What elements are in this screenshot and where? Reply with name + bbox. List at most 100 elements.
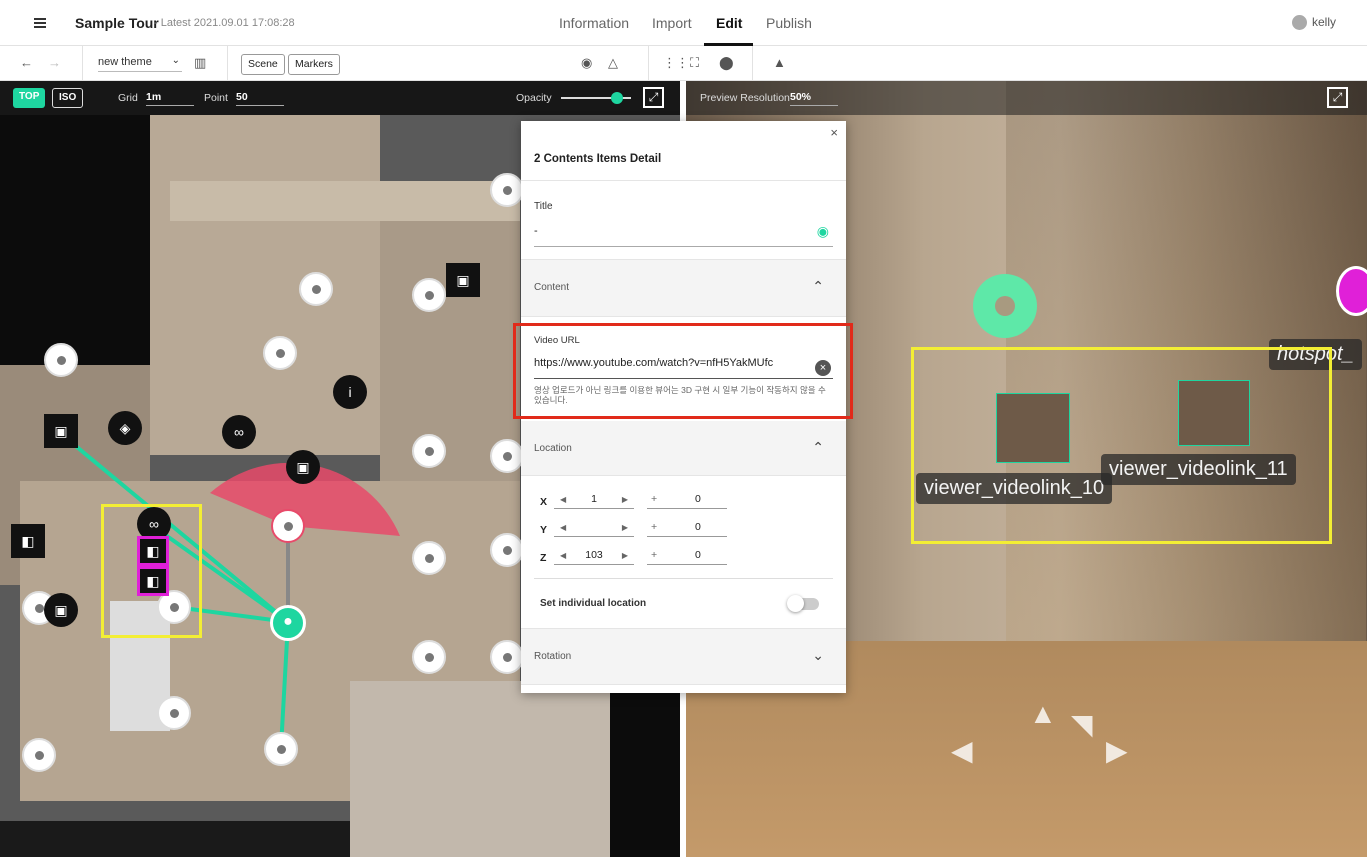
map-icon[interactable]: ▥ — [194, 55, 206, 71]
viewer-videolink-11-label: viewer_videolink_11 — [1101, 454, 1296, 485]
decrement-icon[interactable]: ◀ — [560, 523, 566, 532]
scene-hotspot[interactable] — [22, 738, 56, 772]
scene-hotspot[interactable] — [412, 434, 446, 468]
image-marker-icon[interactable]: ▣ — [44, 414, 78, 448]
redo-icon[interactable]: → — [48, 55, 61, 71]
increment-icon[interactable]: ▶ — [622, 551, 628, 560]
editor-toolbar: ← → new theme ⌄ ▥ Scene Markers ◉ △ ⋮⋮ ⛶… — [0, 46, 1367, 81]
z-offset-value: 0 — [695, 549, 701, 561]
z-value: 103 — [585, 549, 603, 561]
grid-label: Grid — [118, 92, 138, 104]
scene-hotspot[interactable] — [490, 439, 524, 473]
content-section-header[interactable]: Content ⌃ — [521, 260, 846, 317]
perspective-icon[interactable]: △ — [608, 55, 618, 71]
hotspot-circle-icon[interactable] — [973, 274, 1037, 338]
scene-hotspot[interactable] — [490, 640, 524, 674]
top-bar: Sample Tour - Latest 2021.09.01 17:08:28… — [0, 0, 1367, 46]
link-marker-icon[interactable]: ∞ — [222, 415, 256, 449]
decrement-icon[interactable]: ◀ — [560, 495, 566, 504]
theme-select[interactable]: new theme ⌄ — [98, 55, 182, 72]
user-name[interactable]: kelly — [1312, 15, 1336, 29]
scene-hotspot[interactable] — [490, 173, 524, 207]
location-section-header[interactable]: Location ⌃ — [521, 421, 846, 476]
chevron-up-icon[interactable]: ⌃ — [812, 278, 824, 295]
view-top-button[interactable]: TOP — [13, 88, 46, 108]
scene-hotspot[interactable] — [264, 732, 298, 766]
z-input[interactable]: ◀ 103 ▶ — [554, 549, 634, 565]
individual-location-label: Set individual location — [540, 598, 647, 609]
eye-icon[interactable]: ◉ — [817, 223, 829, 240]
opacity-label: Opacity — [516, 92, 552, 104]
panel-header: 2 Contents Items Detail — [521, 121, 846, 181]
pin-marker-icon[interactable]: ◈ — [108, 411, 142, 445]
image-marker-icon[interactable]: ▣ — [446, 263, 480, 297]
rotation-section-label: Rotation — [534, 651, 572, 662]
expand-icon[interactable]: ⤢ — [1327, 87, 1348, 108]
increment-icon[interactable]: ▶ — [622, 495, 628, 504]
tab-edit[interactable]: Edit — [716, 15, 742, 31]
preview-header: Preview Resolution 50% ⤢ — [686, 81, 1367, 115]
video-marker-icon[interactable]: ◧ — [11, 524, 45, 558]
opacity-slider-handle[interactable] — [611, 92, 623, 104]
individual-location-toggle[interactable] — [787, 595, 819, 612]
scene-hotspot[interactable] — [412, 541, 446, 575]
x-offset-input[interactable]: + 0 — [647, 493, 727, 509]
scene-hotspot[interactable] — [490, 533, 524, 567]
y-offset-input[interactable]: + 0 — [647, 521, 727, 537]
chevron-down-icon: ⌄ — [171, 55, 180, 66]
scene-hotspot[interactable] — [263, 336, 297, 370]
location-pin-icon[interactable]: ⬤ — [719, 55, 734, 71]
x-offset-value: 0 — [695, 493, 701, 505]
opacity-slider[interactable] — [561, 92, 631, 104]
x-input[interactable]: ◀ 1 ▶ — [554, 493, 634, 509]
expand-icon[interactable]: ⤢ — [643, 87, 664, 108]
scene-hotspot[interactable] — [44, 343, 78, 377]
tab-import[interactable]: Import — [652, 15, 692, 31]
video-thumbnail-10[interactable] — [996, 393, 1070, 463]
point-select[interactable]: 50 — [236, 91, 284, 106]
location-section-label: Location — [534, 443, 572, 454]
plus-sign: + — [651, 549, 658, 561]
tab-publish[interactable]: Publish — [766, 15, 812, 31]
scene-button[interactable]: Scene — [241, 54, 285, 75]
y-input[interactable]: ◀ ▶ — [554, 521, 634, 537]
content-section-label: Content — [534, 282, 570, 293]
shapes-icon[interactable]: ▲ — [773, 55, 786, 71]
z-offset-input[interactable]: + 0 — [647, 549, 727, 565]
camera-location-marker[interactable]: ● — [270, 605, 306, 641]
tab-information[interactable]: Information — [559, 15, 629, 31]
navigation-arrows-icon[interactable]: ◀ ▲ ◥ ▶ — [951, 698, 1141, 786]
undo-icon[interactable]: ← — [20, 55, 33, 71]
video-url-highlight — [513, 323, 853, 419]
eye-icon[interactable]: ◉ — [581, 55, 592, 71]
crop-frame-icon[interactable]: ⛶ — [690, 55, 699, 71]
image-marker-icon[interactable]: ▣ — [44, 593, 78, 627]
user-avatar-icon[interactable] — [1292, 15, 1307, 30]
video-thumbnail-11[interactable] — [1178, 380, 1250, 446]
preview-resolution-select[interactable]: 50% — [790, 91, 838, 106]
scene-hotspot[interactable] — [157, 696, 191, 730]
scene-hotspot[interactable] — [412, 278, 446, 312]
title-input[interactable]: - ◉ — [534, 223, 833, 247]
rotation-section-header[interactable]: Rotation ⌄ — [521, 628, 846, 685]
scene-hotspot[interactable] — [299, 272, 333, 306]
title-label: Title — [534, 201, 553, 212]
scene-hotspot[interactable] — [412, 640, 446, 674]
markers-button[interactable]: Markers — [288, 54, 340, 75]
info-marker-icon[interactable]: i — [333, 375, 367, 409]
grid-select[interactable]: 1m — [146, 91, 194, 106]
image-marker-icon[interactable]: ▣ — [286, 450, 320, 484]
plus-sign: + — [651, 521, 658, 533]
x-label: X — [540, 496, 548, 508]
increment-icon[interactable]: ▶ — [622, 523, 628, 532]
divider — [534, 578, 833, 579]
view-iso-button[interactable]: ISO — [52, 88, 84, 108]
grid-snap-icon[interactable]: ⋮⋮ — [663, 55, 689, 71]
chevron-down-icon[interactable]: ⌄ — [812, 647, 824, 664]
menu-icon[interactable] — [28, 12, 52, 34]
chevron-up-icon[interactable]: ⌃ — [812, 439, 824, 456]
title-section: Title - ◉ — [521, 181, 846, 260]
decrement-icon[interactable]: ◀ — [560, 551, 566, 560]
map-header: TOP ISO Grid 1m Point 50 Opacity ⤢ — [0, 81, 680, 115]
active-scene-hotspot[interactable] — [271, 509, 305, 543]
